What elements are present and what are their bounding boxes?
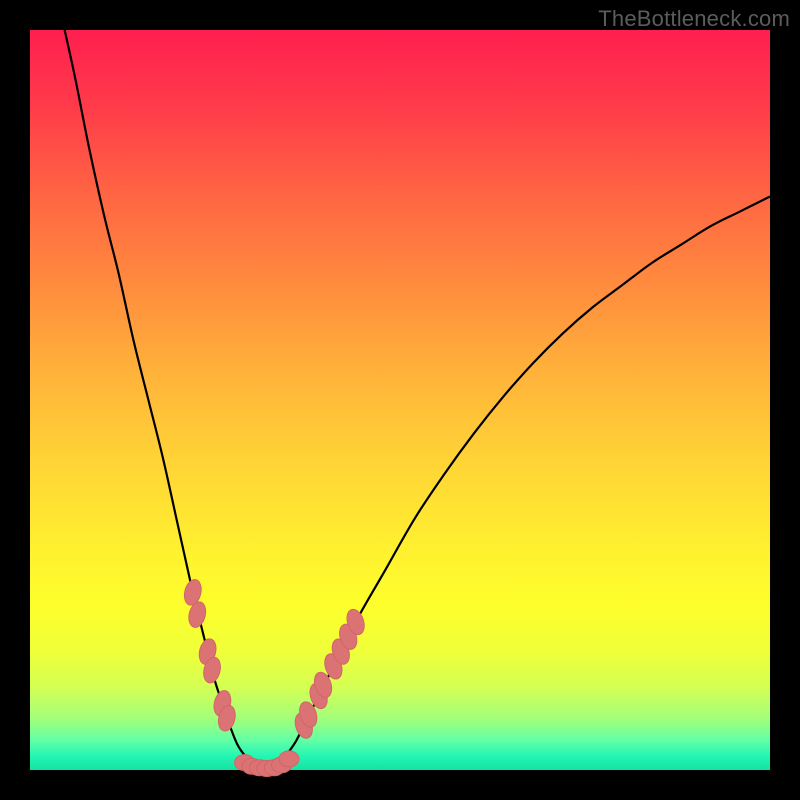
curve-marker [279, 751, 299, 767]
outer-frame: TheBottleneck.com [0, 0, 800, 800]
plot-area [30, 30, 770, 770]
marker-group [182, 578, 367, 777]
curve-left-branch [60, 8, 267, 770]
watermark-text: TheBottleneck.com [598, 6, 790, 32]
curve-right-branch [267, 197, 770, 771]
chart-svg [30, 30, 770, 770]
